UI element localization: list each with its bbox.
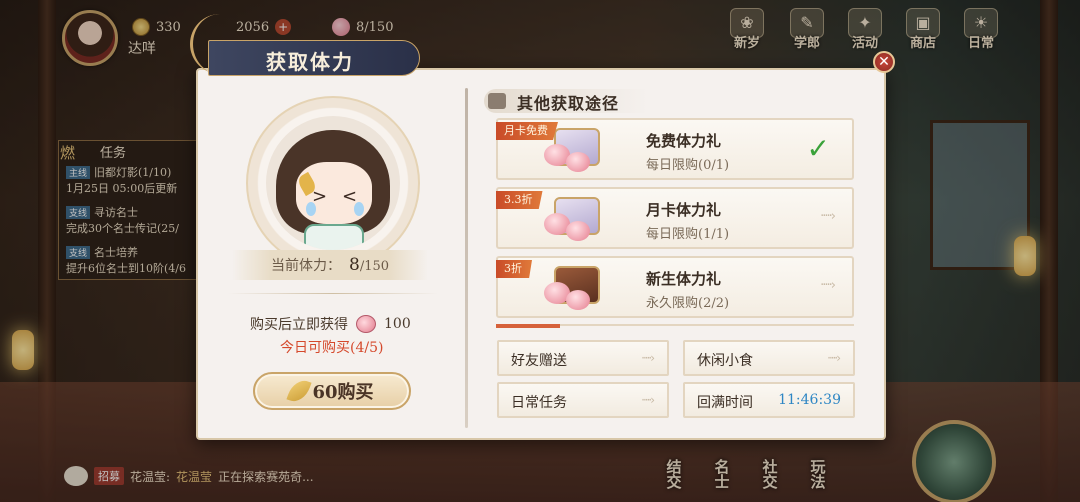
character-portrait: > <	[266, 116, 400, 250]
offer-discount-tag: 3折	[496, 260, 532, 278]
offer-monthly-stamina-gift[interactable]: 3.3折 月卡体力礼 每日限购(1/1) ·····›	[496, 187, 854, 249]
offer-newbie-stamina-gift[interactable]: 3折 新生体力礼 永久限购(2/2) ·····›	[496, 256, 854, 318]
peach-icon	[356, 315, 376, 333]
other-sources-title: 其他获取途径	[517, 94, 620, 113]
scroll-icon	[488, 93, 506, 109]
arrow-right-icon: ·····›	[641, 393, 655, 407]
close-icon: ✕	[878, 54, 890, 70]
offer-name: 新生体力礼	[646, 270, 722, 288]
offer-limit: 每日限购(1/1)	[646, 227, 730, 242]
dialog-title: 获取体力	[266, 50, 354, 74]
stamina-value: 8/150	[348, 255, 390, 275]
refill-time-panel: 回满时间 11:46:39	[683, 382, 855, 418]
feather-currency-icon	[286, 376, 313, 406]
offer-name: 免费体力礼	[646, 132, 722, 150]
gift-box-icon	[540, 262, 610, 314]
refill-timer: 11:46:39	[778, 392, 841, 408]
tear-icon	[306, 202, 316, 216]
arrow-right-icon: ·····›	[820, 278, 836, 293]
daily-task-button[interactable]: 日常任务 ·····›	[497, 382, 669, 418]
column-divider	[465, 88, 468, 428]
offer-limit: 每日限购(0/1)	[646, 158, 730, 173]
gift-box-icon	[540, 193, 610, 245]
offer-discount-tag: 月卡免费	[496, 122, 558, 140]
offer-free-stamina-gift[interactable]: 月卡免费 免费体力礼 每日限购(0/1) ✓	[496, 118, 854, 180]
offer-list[interactable]: 月卡免费 免费体力礼 每日限购(0/1) ✓ 3.3折 月卡体力礼 每日限购(1…	[496, 118, 856, 330]
leisure-snack-button[interactable]: 休闲小食 ·····›	[683, 340, 855, 376]
daily-buy-limit: 今日可购买(4/5)	[280, 340, 384, 356]
checkmark-icon: ✓	[806, 132, 830, 165]
arrow-right-icon: ·····›	[827, 351, 841, 365]
buy-stamina-button[interactable]: 60购买	[253, 372, 411, 410]
friend-gift-button[interactable]: 好友赠送 ·····›	[497, 340, 669, 376]
arrow-right-icon: ·····›	[820, 209, 836, 224]
offer-name: 月卡体力礼	[646, 201, 722, 219]
offer-discount-tag: 3.3折	[496, 191, 543, 209]
offer-limit: 永久限购(2/2)	[646, 296, 730, 311]
chibi-body	[304, 224, 364, 250]
close-button[interactable]: ✕	[873, 51, 895, 73]
buy-reward-info: 购买后立即获得 100	[250, 315, 411, 333]
stamina-label: 当前体力：	[270, 258, 341, 274]
tear-icon	[354, 202, 364, 216]
divider	[228, 293, 438, 294]
current-stamina: 当前体力： 8/150	[232, 250, 428, 280]
arrow-right-icon: ·····›	[641, 351, 655, 365]
offer-next-peek	[496, 324, 854, 330]
